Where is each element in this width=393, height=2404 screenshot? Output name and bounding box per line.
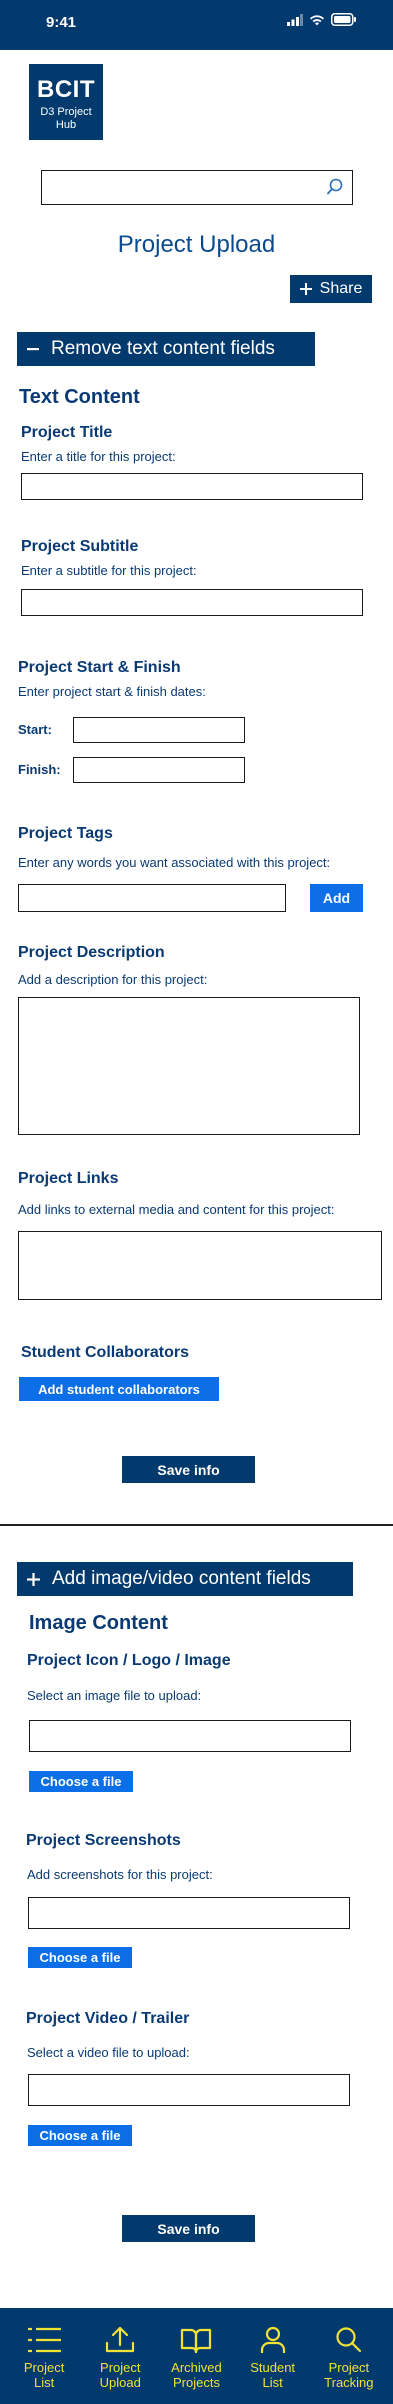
nav-project-list-label-2: List [33, 2375, 55, 2390]
project-icon-file-field[interactable] [29, 1720, 351, 1752]
plus-icon [27, 1572, 40, 1586]
status-icons [287, 13, 357, 26]
project-links-label: Project Links [18, 1170, 119, 1187]
project-video-label: Project Video / Trailer [26, 2010, 190, 2027]
book-icon [181, 2328, 212, 2354]
project-description-help: Add a description for this project: [18, 972, 208, 987]
logo-title: BCIT [37, 76, 95, 103]
image-content-heading: Image Content [29, 1612, 168, 1634]
nav-project-tracking[interactable]: Project Tracking [313, 2308, 385, 2404]
nav-project-upload[interactable]: Project Upload [84, 2308, 156, 2404]
add-collaborators-button[interactable]: Add student collaborators [19, 1377, 219, 1401]
project-subtitle-help: Enter a subtitle for this project: [21, 563, 197, 578]
bottom-nav: Project List Project Upload Archived Pro… [0, 2308, 393, 2404]
upload-icon [106, 2326, 135, 2353]
signal-icon [287, 13, 303, 26]
choose-screenshots-file-button[interactable]: Choose a file [28, 1947, 132, 1968]
project-screenshots-file-field[interactable] [28, 1897, 350, 1929]
project-links-field[interactable] [18, 1231, 382, 1300]
finish-date-field[interactable] [73, 757, 245, 783]
nav-project-list-label-1: Project [23, 2360, 65, 2375]
nav-archived-projects[interactable]: Archived Projects [160, 2308, 232, 2404]
project-title-help: Enter a title for this project: [21, 449, 176, 464]
search-icon [336, 2327, 361, 2353]
project-screenshots-label: Project Screenshots [26, 1832, 181, 1849]
project-dates-help: Enter project start & finish dates: [18, 684, 206, 699]
nav-project-upload-label-1: Project [100, 2360, 141, 2375]
project-dates-label: Project Start & Finish [18, 659, 181, 676]
search-input[interactable] [41, 170, 353, 205]
project-tags-label: Project Tags [18, 825, 113, 842]
project-tags-field[interactable] [18, 884, 286, 912]
share-button[interactable]: Share [290, 275, 372, 303]
nav-archived-projects-label-2: Projects [172, 2375, 220, 2390]
bcit-logo[interactable]: BCIT D3 Project Hub [29, 64, 103, 140]
logo-subtitle: D3 Project Hub [40, 106, 92, 131]
nav-project-list[interactable]: Project List [8, 2308, 80, 2404]
nav-project-tracking-label-1: Project [328, 2360, 370, 2375]
project-subtitle-label: Project Subtitle [21, 538, 139, 555]
choose-icon-file-button[interactable]: Choose a file [29, 1771, 133, 1792]
text-content-heading: Text Content [19, 386, 140, 408]
plus-icon [299, 283, 312, 295]
save-media-info-button[interactable]: Save info [122, 2215, 255, 2242]
nav-student-list-label-1: Student [250, 2360, 296, 2375]
add-media-fields-label: Add image/video content fields [52, 1568, 311, 1589]
remove-text-fields-label: Remove text content fields [51, 338, 275, 359]
project-screenshots-help: Add screenshots for this project: [27, 1867, 213, 1882]
person-icon [260, 2326, 285, 2353]
project-icon-help: Select an image file to upload: [27, 1688, 202, 1703]
minus-icon [27, 348, 39, 351]
nav-project-upload-label-2: Upload [99, 2375, 141, 2390]
project-title-field[interactable] [21, 473, 363, 500]
status-bar: 9:41 [0, 0, 393, 50]
project-video-help: Select a video file to upload: [27, 2045, 190, 2060]
wifi-icon [310, 14, 324, 25]
choose-video-file-button[interactable]: Choose a file [28, 2125, 132, 2146]
save-text-info-button[interactable]: Save info [122, 1456, 255, 1483]
project-tags-help: Enter any words you want associated with… [18, 855, 331, 870]
nav-project-tracking-label-2: Tracking [324, 2375, 374, 2390]
project-icon-label: Project Icon / Logo / Image [27, 1652, 231, 1669]
nav-archived-projects-label-1: Archived [171, 2360, 222, 2375]
project-links-help: Add links to external media and content … [18, 1202, 335, 1217]
share-label: Share [319, 280, 363, 297]
project-subtitle-field[interactable] [21, 589, 363, 616]
add-tag-button[interactable]: Add [310, 884, 363, 912]
battery-icon [331, 13, 356, 26]
nav-student-list-label-2: List [262, 2375, 283, 2390]
project-description-label: Project Description [18, 944, 165, 961]
project-video-file-field[interactable] [28, 2074, 350, 2106]
finish-label: Finish: [18, 762, 61, 777]
student-collaborators-label: Student Collaborators [21, 1344, 190, 1361]
search-icon[interactable] [326, 178, 344, 201]
start-date-field[interactable] [73, 717, 245, 743]
page-title: Project Upload [117, 231, 276, 258]
remove-text-fields-toggle[interactable]: Remove text content fields [17, 332, 315, 366]
nav-student-list[interactable]: Student List [237, 2308, 309, 2404]
add-media-fields-toggle[interactable]: Add image/video content fields [17, 1562, 353, 1596]
start-label: Start: [18, 722, 52, 737]
project-title-label: Project Title [21, 424, 113, 441]
status-time: 9:41 [46, 14, 77, 31]
section-divider [0, 1524, 393, 1526]
list-icon [28, 2327, 62, 2353]
project-description-field[interactable] [18, 997, 360, 1135]
